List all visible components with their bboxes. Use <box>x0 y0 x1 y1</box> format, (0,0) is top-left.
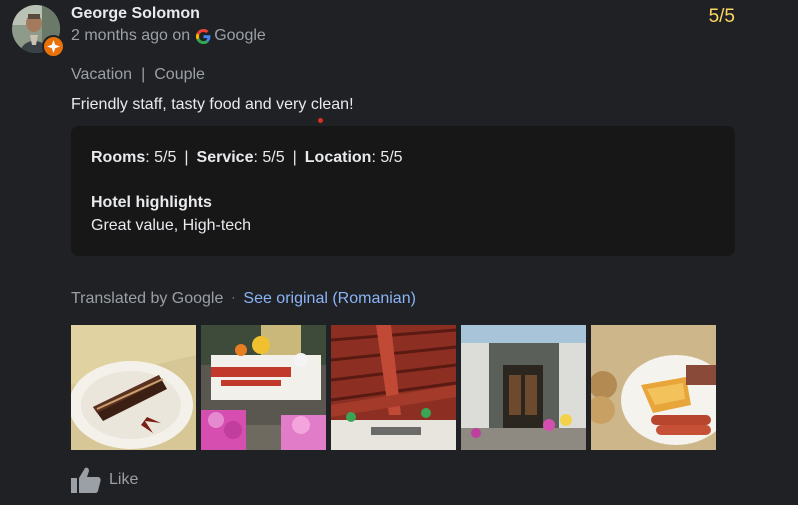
photo-entrance[interactable] <box>461 325 586 450</box>
service-value: : 5/5 <box>253 149 285 166</box>
translated-note: Translated by Google <box>71 290 224 307</box>
review-text: Friendly staff, tasty food and very clea… <box>71 96 354 113</box>
cursor-dot <box>318 118 323 123</box>
category-ratings: Rooms: 5/5 | Service: 5/5 | Location: 5/5 <box>91 149 403 167</box>
translation-row: Translated by Google · See original (Roman… <box>71 290 416 308</box>
reviewer-name[interactable]: George Solomon <box>71 5 200 23</box>
location-value: : 5/5 <box>371 149 403 166</box>
avatar[interactable] <box>12 5 65 58</box>
highlights-title: Hotel highlights <box>91 194 212 211</box>
highlights-value: Great value, High-tech <box>91 217 252 234</box>
google-g-icon <box>196 28 211 44</box>
photo-wooden-roof[interactable] <box>331 325 456 450</box>
thumbs-up-icon <box>71 467 101 493</box>
location-label: Location <box>304 149 372 166</box>
photo-cake[interactable] <box>71 325 196 450</box>
tag-separator: | <box>141 66 146 83</box>
review-meta: 2 months ago on Google <box>71 27 266 45</box>
service-label: Service <box>196 149 254 166</box>
separator-dot: · <box>231 290 236 304</box>
local-guide-badge-icon <box>42 35 65 58</box>
rating-separator: | <box>184 149 189 166</box>
see-original-link[interactable]: See original (Romanian) <box>243 290 416 307</box>
rating-separator: | <box>292 149 297 166</box>
review-source: Google <box>214 27 266 44</box>
review-details-box: Rooms: 5/5 | Service: 5/5 | Location: 5/5 Ho… <box>71 126 735 256</box>
photo-strip <box>71 325 716 450</box>
photo-breakfast[interactable] <box>591 325 716 450</box>
review-time: 2 months ago on <box>71 27 191 44</box>
trip-tags: Vacation | Couple <box>71 66 205 84</box>
tag-travel-group: Couple <box>154 66 205 83</box>
like-button[interactable]: Like <box>71 467 138 493</box>
rating-score: 5/5 <box>708 6 735 27</box>
review-card: George Solomon 2 months ago on Google 5/… <box>0 0 798 505</box>
rooms-value: : 5/5 <box>145 149 177 166</box>
photo-table-flowers[interactable] <box>201 325 326 450</box>
like-label: Like <box>109 471 139 488</box>
rooms-label: Rooms <box>91 149 146 166</box>
tag-trip-type: Vacation <box>71 66 133 83</box>
